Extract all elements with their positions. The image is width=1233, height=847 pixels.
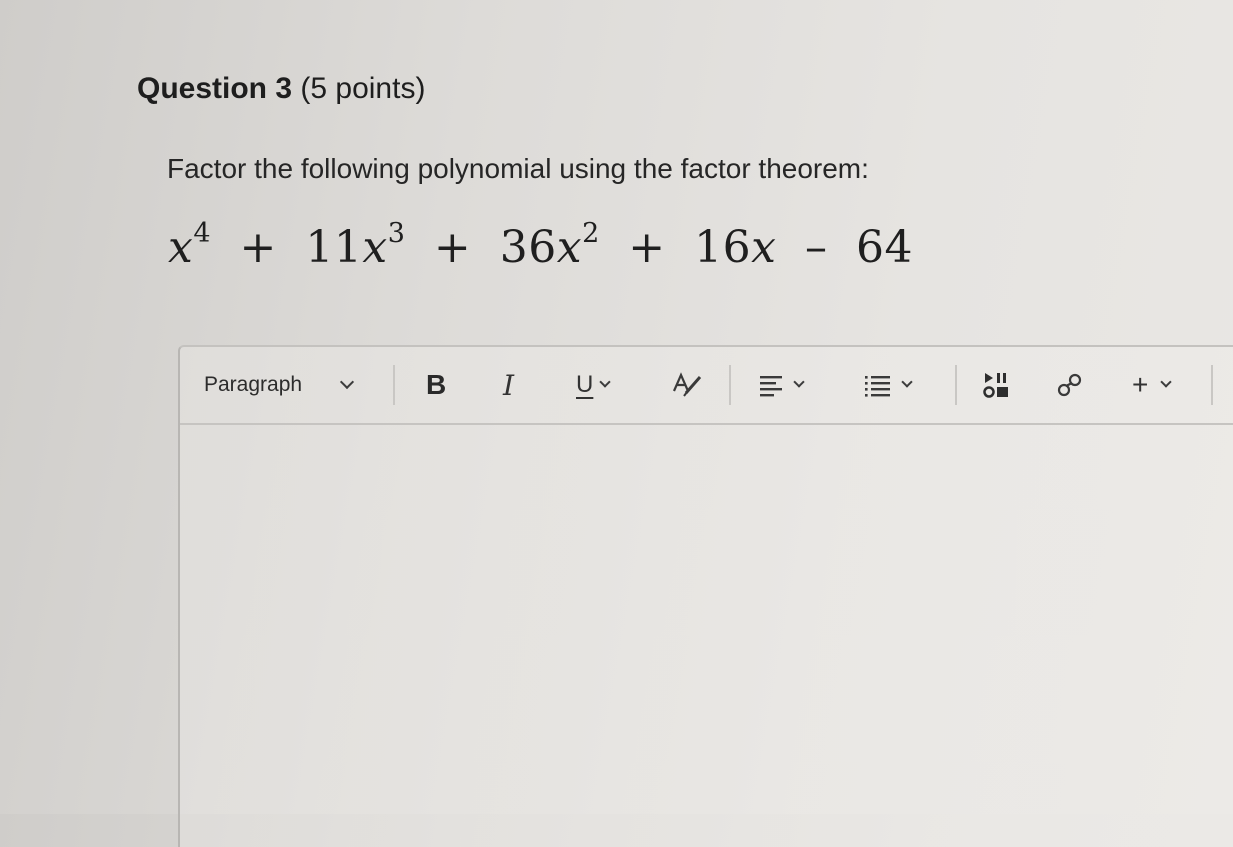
bold-icon: B — [426, 369, 447, 400]
rich-text-editor: Paragraph B I U + — [178, 345, 1233, 847]
polynomial-expression: x4 + 11x3 + 36x2 + 16x – 64 — [168, 218, 913, 273]
insert-more-dropdown[interactable]: + — [1132, 369, 1173, 401]
chevron-down-icon — [1160, 376, 1173, 388]
italic-icon: I — [503, 368, 515, 402]
question-header: Question 3 (5 points) — [137, 72, 425, 106]
list-dropdown[interactable] — [863, 369, 913, 401]
text-color-button[interactable] — [670, 369, 706, 401]
chevron-down-icon — [793, 376, 805, 388]
chevron-down-icon — [901, 376, 913, 388]
insert-link-button[interactable] — [1053, 369, 1087, 401]
underline-button[interactable]: U — [576, 369, 612, 401]
toolbar-divider — [1211, 365, 1213, 405]
align-dropdown[interactable] — [757, 369, 805, 401]
underline-icon: U — [576, 371, 594, 398]
question-number: Question 3 — [137, 72, 293, 105]
link-icon — [1057, 373, 1082, 397]
bullet-list-icon — [865, 376, 890, 397]
media-icon — [983, 373, 1008, 398]
chevron-down-icon — [599, 376, 612, 388]
editor-content-area[interactable] — [200, 437, 1230, 817]
italic-button[interactable]: I — [503, 368, 515, 402]
text-color-icon — [672, 372, 702, 397]
question-prompt: Factor the following polynomial using th… — [167, 153, 869, 184]
align-left-icon — [760, 376, 782, 397]
toolbar-divider — [729, 365, 731, 405]
insert-media-button[interactable] — [980, 369, 1014, 401]
question-points: (5 points) — [300, 72, 426, 105]
toolbar-divider — [393, 365, 395, 405]
block-format-label: Paragraph — [204, 373, 303, 396]
block-format-dropdown[interactable]: Paragraph — [204, 369, 355, 401]
editor-toolbar: Paragraph B I U + — [180, 347, 1233, 425]
bold-button[interactable]: B — [426, 369, 446, 401]
toolbar-divider — [955, 365, 957, 405]
chevron-down-icon — [340, 374, 355, 390]
plus-icon: + — [1132, 369, 1149, 400]
